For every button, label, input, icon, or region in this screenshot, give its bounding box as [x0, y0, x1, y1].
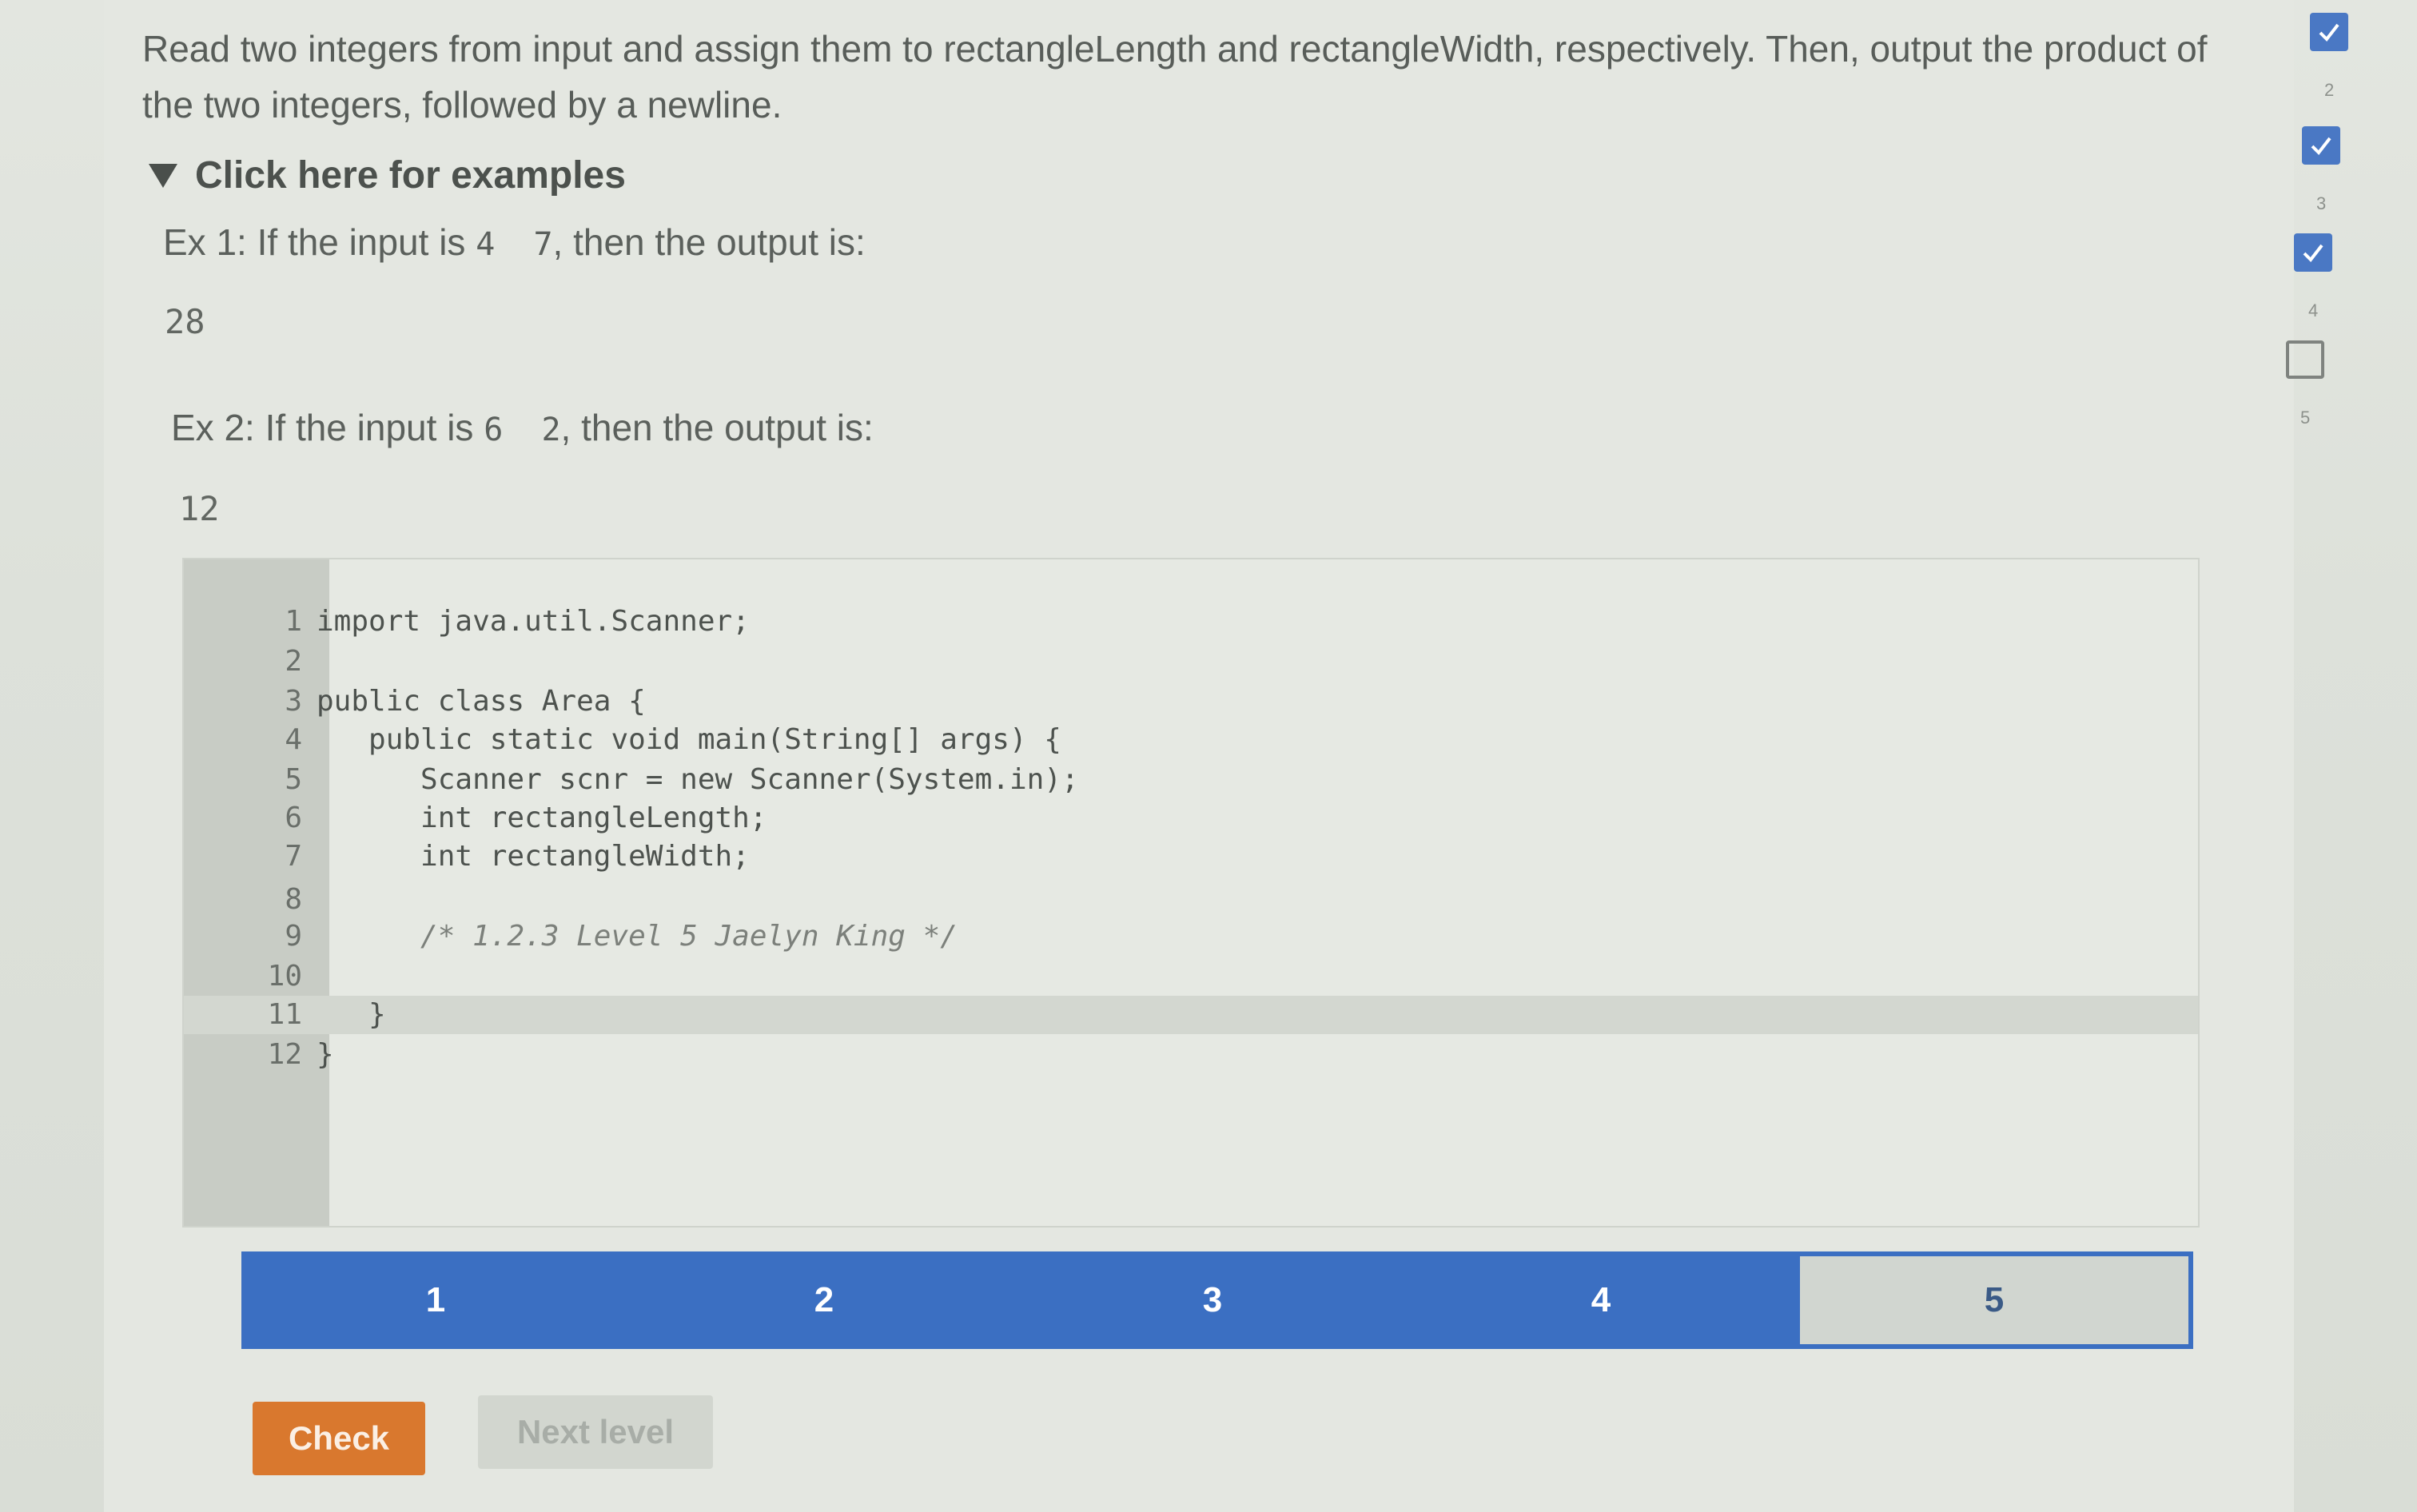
- example-1-input: 4 7: [476, 226, 553, 263]
- code-line[interactable]: 4 public static void main(String[] args)…: [184, 721, 2198, 759]
- code-line[interactable]: 9 /* 1.2.3 Level 5 Jaelyn King */: [184, 917, 2198, 956]
- example-2-input: 6 2: [484, 412, 561, 448]
- code-text[interactable]: import java.util.Scanner;: [317, 605, 750, 638]
- line-number: 1: [285, 605, 302, 638]
- example-1-prompt: Ex 1: If the input is 4 7, then the outp…: [163, 221, 866, 264]
- code-line[interactable]: 11 }: [184, 996, 2198, 1034]
- prompt-text: Read two integers from input and assign …: [142, 28, 2208, 125]
- example-2-prompt: Ex 2: If the input is 6 2, then the outp…: [171, 406, 874, 449]
- code-line[interactable]: 7 int rectangleWidth;: [184, 838, 2198, 876]
- code-text[interactable]: Scanner scnr = new Scanner(System.in);: [317, 763, 1079, 796]
- code-line[interactable]: 3 public class Area {: [184, 682, 2198, 721]
- examples-toggle[interactable]: Click here for examples: [149, 153, 626, 197]
- checklist-number: 4: [2308, 300, 2319, 320]
- code-text[interactable]: /* 1.2.3 Level 5 Jaelyn King */: [317, 920, 958, 953]
- line-number: 8: [285, 883, 302, 916]
- checkmark-icon: [2302, 126, 2340, 165]
- example-2-prefix: Ex 2: If the input is: [171, 407, 474, 448]
- level-3[interactable]: 3: [1018, 1251, 1407, 1349]
- code-line[interactable]: 12}: [184, 1036, 2198, 1074]
- code-line[interactable]: 6 int rectangleLength;: [184, 799, 2198, 838]
- expand-triangle-icon: [149, 163, 177, 188]
- line-number: 6: [285, 802, 302, 834]
- line-number: 7: [285, 840, 302, 873]
- code-text[interactable]: }: [317, 998, 386, 1031]
- line-number: 12: [267, 1038, 302, 1071]
- level-progress-bar: 12345: [241, 1251, 2193, 1349]
- examples-toggle-label: Click here for examples: [195, 154, 626, 197]
- example-2-suffix: , then the output is:: [560, 407, 874, 448]
- code-editor[interactable]: 1 import java.util.Scanner; 2 3 public class…: [182, 558, 2200, 1228]
- checklist-number: 5: [2300, 408, 2311, 428]
- checkmark-icon: [2310, 13, 2348, 51]
- line-number: 2: [285, 645, 302, 678]
- checkmark-icon: [2294, 233, 2332, 272]
- line-number: 10: [267, 960, 302, 993]
- line-number: 4: [285, 723, 302, 756]
- next-level-button[interactable]: Next level: [478, 1395, 713, 1469]
- code-text[interactable]: public class Area {: [317, 685, 646, 718]
- line-number: 9: [285, 920, 302, 953]
- checklist-number: 2: [2324, 80, 2335, 100]
- check-button[interactable]: Check: [253, 1402, 425, 1475]
- level-4[interactable]: 4: [1407, 1251, 1795, 1349]
- example-1-prefix: Ex 1: If the input is: [163, 221, 466, 263]
- code-line[interactable]: 2: [184, 643, 2198, 681]
- example-1-suffix: , then the output is:: [552, 221, 866, 263]
- line-number: 3: [285, 685, 302, 718]
- level-2[interactable]: 2: [630, 1251, 1018, 1349]
- code-line[interactable]: 1 import java.util.Scanner;: [184, 603, 2198, 641]
- empty-checkbox-icon: [2286, 340, 2324, 379]
- line-number: 5: [285, 763, 302, 796]
- code-text[interactable]: }: [317, 1038, 334, 1071]
- code-line[interactable]: 8: [184, 881, 2198, 919]
- code-line[interactable]: 5 Scanner scnr = new Scanner(System.in);: [184, 761, 2198, 799]
- checklist-number: 3: [2316, 193, 2327, 213]
- code-text[interactable]: int rectangleWidth;: [317, 840, 750, 873]
- example-1-output: 28: [165, 302, 205, 341]
- code-text[interactable]: int rectangleLength;: [317, 802, 767, 834]
- page: Read two integers from input and assign …: [0, 0, 2417, 1512]
- level-5[interactable]: 5: [1795, 1251, 2193, 1349]
- level-1[interactable]: 1: [241, 1251, 630, 1349]
- line-number: 11: [267, 998, 302, 1031]
- code-line[interactable]: 10: [184, 957, 2198, 996]
- code-text[interactable]: public static void main(String[] args) {: [317, 723, 1061, 756]
- example-2-output: 12: [179, 489, 220, 528]
